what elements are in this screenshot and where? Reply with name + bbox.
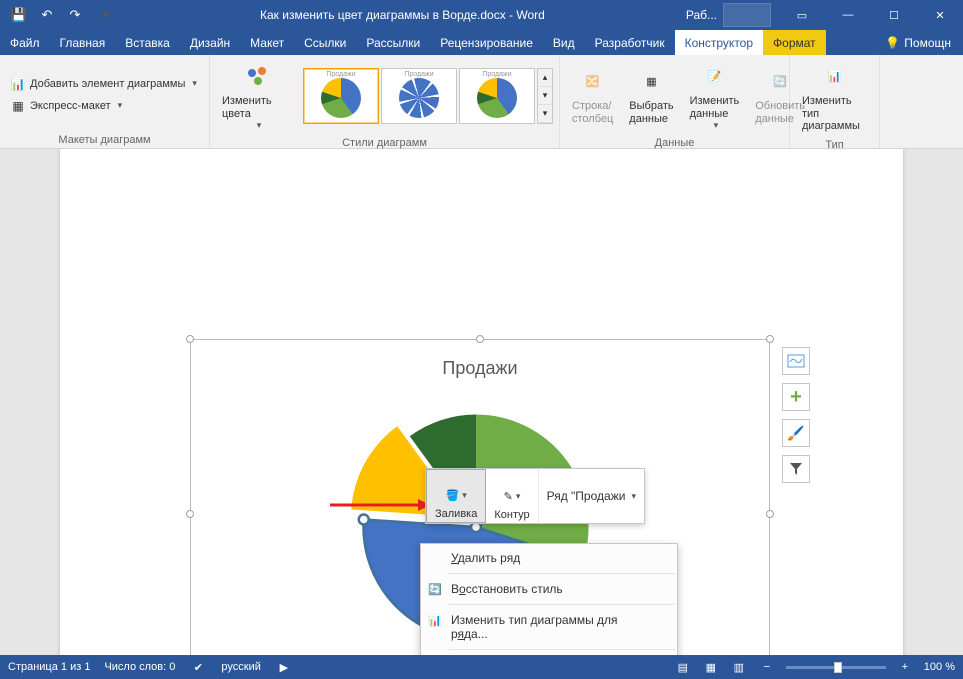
view-web-icon[interactable]: ▥ [730,658,748,676]
save-icon[interactable]: 💾 [6,2,32,28]
tab-home[interactable]: Главная [50,30,116,55]
tab-design[interactable]: Дизайн [180,30,240,55]
tab-view[interactable]: Вид [543,30,585,55]
redo-icon[interactable]: ↷ [62,2,88,28]
blank-icon [427,550,443,566]
resize-handle[interactable] [186,510,194,518]
fill-button[interactable]: 🪣▾ Заливка [426,469,486,523]
tab-constructor[interactable]: Конструктор [675,30,763,55]
chart-elements-button[interactable] [782,347,810,375]
view-print-icon[interactable]: ▦ [702,658,720,676]
outline-icon: ✎▾ [501,485,523,507]
group-label-layouts: Макеты диаграмм [0,134,209,148]
add-element-plus-button[interactable]: + [782,383,810,411]
quick-layout-button[interactable]: ▦Экспресс-макет▾ [6,96,201,116]
switch-icon: 🔀 [577,66,609,98]
context-menu: Удалить ряд 🔄 Восстановить стиль 📊 Измен… [420,543,678,655]
tab-references[interactable]: Ссылки [294,30,356,55]
menu-change-type-series[interactable]: 📊 Изменить тип диаграммы для ряда... [421,608,677,646]
add-element-icon: 📊 [10,76,26,92]
reset-icon: 🔄 [427,581,443,597]
refresh-data-button: 🔄 Обновить данные [749,62,811,129]
series-combo[interactable]: Ряд "Продажи▾ [539,469,644,523]
select-data-button[interactable]: ▦ Выбрать данные [623,62,679,129]
document-title: Как изменить цвет диаграммы в Ворде.docx… [125,8,680,22]
outline-button[interactable]: ✎▾ Контур [486,469,538,523]
mini-toolbar: 🪣▾ Заливка ✎▾ Контур Ряд "Продажи▾ [425,468,645,524]
tell-me[interactable]: 💡Помощн [873,30,963,55]
close-icon[interactable]: ✕ [917,0,963,30]
select-data-icon: ▦ [635,66,667,98]
refresh-icon: 🔄 [764,66,796,98]
style-thumb-1[interactable]: Продажи [303,68,379,124]
chart-side-tools: + 🖌️ [782,347,810,483]
resize-handle[interactable] [766,335,774,343]
resize-handle[interactable] [186,335,194,343]
chart-filter-button[interactable] [782,455,810,483]
tab-layout[interactable]: Макет [240,30,294,55]
status-bar: Страница 1 из 1 Число слов: 0 ✔ русский … [0,655,963,679]
add-chart-element-button[interactable]: 📊Добавить элемент диаграммы▾ [6,74,201,94]
ribbon-panel: 📊Добавить элемент диаграммы▾ ▦Экспресс-м… [0,55,963,149]
account-name[interactable]: Раб... [680,8,723,22]
chart-styles-button[interactable]: 🖌️ [782,419,810,447]
maximize-icon[interactable]: ☐ [871,0,917,30]
palette-icon [242,61,274,93]
style-thumb-2[interactable]: Продажи [381,68,457,124]
tab-developer[interactable]: Разработчик [585,30,675,55]
undo-icon[interactable]: ↶ [34,2,60,28]
minimize-icon[interactable]: — [825,0,871,30]
switch-row-col-button: 🔀 Строка/ столбец [566,62,619,129]
resize-handle[interactable] [766,510,774,518]
chart-styles-gallery: Продажи Продажи Продажи ▴▾▾ [303,68,553,124]
chart-type-icon: 📊 [819,61,851,93]
status-language[interactable]: русский [221,661,260,673]
fill-icon: 🪣▾ [445,484,467,506]
account-placeholder [723,3,771,27]
change-colors-button[interactable]: Изменить цвета▾ [216,57,299,135]
tab-review[interactable]: Рецензирование [430,30,543,55]
menu-delete-series[interactable]: Удалить ряд [421,546,677,570]
spellcheck-icon[interactable]: ✔ [189,658,207,676]
qat-customize-icon[interactable]: ▾ [93,2,119,28]
menu-reset-style[interactable]: 🔄 Восстановить стиль [421,577,677,601]
title-bar: 💾 ↶ ↷ ▾ Как изменить цвет диаграммы в Во… [0,0,963,30]
quick-access-toolbar: 💾 ↶ ↷ ▾ [0,2,125,28]
quick-layout-icon: ▦ [10,98,26,114]
ribbon-options-icon[interactable]: ▭ [779,0,825,30]
zoom-level[interactable]: 100 % [924,661,955,673]
status-page[interactable]: Страница 1 из 1 [8,661,90,673]
document-area: Продажи Кв [0,149,963,655]
tab-file[interactable]: Файл [0,30,50,55]
chart-icon: 📊 [427,612,443,628]
edit-data-icon: 📝 [698,61,730,93]
style-thumb-3[interactable]: Продажи [459,68,535,124]
gallery-scroll[interactable]: ▴▾▾ [537,68,553,124]
macro-icon[interactable]: ▶ [275,658,293,676]
zoom-in-button[interactable]: + [896,658,914,676]
menu-separator [449,604,675,605]
menu-separator [449,649,675,650]
tab-insert[interactable]: Вставка [115,30,180,55]
chart-title[interactable]: Продажи [191,358,769,379]
resize-handle[interactable] [476,335,484,343]
tab-format[interactable]: Формат [763,30,826,55]
tab-mailings[interactable]: Рассылки [356,30,430,55]
bulb-icon: 💡 [885,36,900,50]
view-read-icon[interactable]: ▤ [674,658,692,676]
zoom-slider[interactable] [786,666,886,669]
menu-separator [449,573,675,574]
status-words[interactable]: Число слов: 0 [104,661,175,673]
edit-data-button[interactable]: 📝 Изменить данные▾ [684,57,746,135]
ribbon-tabs: Файл Главная Вставка Дизайн Макет Ссылки… [0,30,963,55]
zoom-out-button[interactable]: − [758,658,776,676]
